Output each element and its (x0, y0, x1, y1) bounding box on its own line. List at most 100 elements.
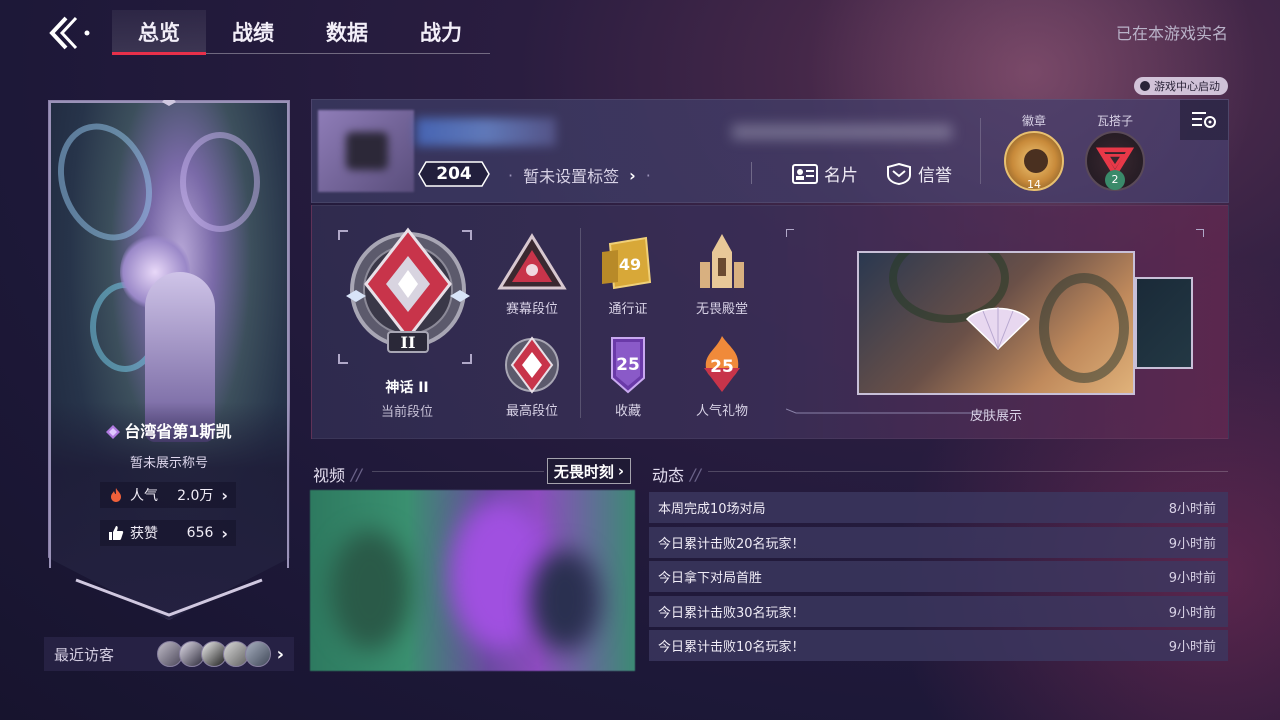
svg-text:49: 49 (619, 255, 641, 274)
feed-item-time: 8小时前 (1168, 502, 1216, 517)
divider (980, 118, 981, 184)
player-banner[interactable]: 台湾省第1斯凯 暂未展示称号 人气 2.0万 › 获赞 656 › (48, 100, 290, 620)
tab-match-history[interactable]: 战绩 (206, 10, 300, 53)
launch-badge-label: 游戏中心启动 (1154, 80, 1220, 93)
skin-showcase-label: 皮肤展示 (969, 409, 1022, 424)
highest-rank-label: 最高段位 (505, 404, 558, 419)
fearless-hall[interactable]: 无畏殿堂 (682, 232, 762, 317)
activity-feed: 本周完成10场对局 8小时前 今日累计击败20名玩家！ 9小时前 今日拿下对局首… (649, 492, 1228, 665)
skin-showcase[interactable]: 皮肤展示 (786, 229, 1204, 429)
current-rank-name: 神话 II (385, 380, 429, 396)
season-rank[interactable]: 赛幕段位 (492, 232, 572, 317)
badge-medal[interactable]: 徽章 14 (1002, 112, 1066, 191)
fearless-hall-label: 无畏殿堂 (695, 302, 748, 317)
feed-item-text: 今日累计击败10名玩家！ (658, 640, 805, 655)
highest-rank-icon (505, 336, 559, 394)
profile-header: 204 · 暂未设置标签 › · 名片 信誉 徽章 14 瓦搭子 2 (311, 99, 1229, 203)
chevron-right-icon: › (221, 523, 228, 543)
game-center-icon (1140, 81, 1150, 91)
main-tabs: 总览 战绩 数据 战力 (112, 10, 490, 55)
feed-item[interactable]: 今日累计击败30名玩家！ 9小时前 (649, 595, 1228, 627)
gift-icon: 25 (704, 336, 740, 392)
recent-visitors-label: 最近访客 (54, 645, 115, 664)
divider (372, 471, 544, 472)
player-name-blurred (416, 118, 556, 146)
feed-item-time: 9小时前 (1168, 605, 1216, 621)
wazi-medal[interactable]: 瓦搭子 2 (1083, 112, 1147, 191)
highest-rank[interactable]: 最高段位 (492, 334, 572, 419)
player-title: 暂未展示称号 (129, 456, 208, 471)
profile-settings-button[interactable] (1180, 100, 1228, 140)
gem-icon (106, 425, 121, 439)
feed-item[interactable]: 今日累计击败20名玩家！ 9小时前 (649, 526, 1228, 558)
chevron-right-icon: › (276, 643, 284, 665)
popularity-stat[interactable]: 人气 2.0万 › (100, 482, 236, 508)
feed-item-text: 今日拿下对局首胜 (658, 571, 763, 586)
tag-selector[interactable]: · 暂未设置标签 › · (508, 163, 651, 187)
svg-text:II: II (401, 333, 416, 352)
feed-item-text: 今日累计击败30名玩家！ (658, 605, 805, 621)
launch-badge: 游戏中心启动 (1134, 77, 1228, 95)
video-title-text: 视频 (313, 466, 346, 485)
visitor-avatars (156, 641, 271, 667)
feed-item-text: 本周完成10场对局 (658, 502, 766, 517)
settings-list-icon (1192, 112, 1216, 128)
battle-pass-label: 通行证 (608, 302, 648, 317)
player-name: 台湾省第1斯凯 (48, 418, 290, 442)
namecard-label: 名片 (824, 166, 858, 186)
popularity-gifts[interactable]: 25 人气礼物 (682, 334, 762, 419)
shield-icon (887, 162, 911, 185)
tag-text: 暂未设置标签 (523, 167, 620, 186)
chevron-right-icon: › (221, 485, 228, 505)
credit-button[interactable]: 信誉 (886, 161, 952, 186)
collection-icon: 25 (611, 337, 645, 394)
tab-stats[interactable]: 数据 (300, 10, 394, 53)
skin-image-secondary[interactable] (1135, 277, 1193, 369)
profile-avatar[interactable] (318, 110, 414, 192)
video-section-title: 视频// (313, 462, 362, 486)
likes-value: 656 (186, 525, 214, 541)
svg-text:25: 25 (616, 355, 640, 375)
wazi-label: 瓦搭子 (1096, 114, 1133, 128)
skin-image[interactable] (857, 251, 1135, 395)
level-badge: 204 (418, 161, 490, 187)
recent-visitors[interactable]: 最近访客 › (44, 637, 294, 671)
current-rank-caption: 当前段位 (380, 405, 433, 420)
current-rank-icon[interactable]: II (334, 226, 482, 356)
tab-overview[interactable]: 总览 (112, 10, 206, 55)
popularity-label: 人气 (130, 488, 158, 504)
fire-icon (111, 488, 121, 502)
current-rank: 神话 II 当前段位 (352, 377, 462, 420)
id-card-icon (792, 163, 818, 184)
feed-item[interactable]: 本周完成10场对局 8小时前 (649, 492, 1228, 523)
namecard-button[interactable]: 名片 (792, 161, 858, 186)
back-button[interactable] (46, 12, 96, 54)
badge-count: 14 (1027, 178, 1041, 191)
back-arrow-icon (49, 16, 90, 50)
wazi-count: 2 (1083, 170, 1147, 190)
likes-stat[interactable]: 获赞 656 › (100, 520, 236, 546)
visitor-avatar[interactable] (244, 641, 271, 667)
realname-status: 已在本游戏实名 (1115, 24, 1228, 43)
badge-label: 徽章 (1021, 114, 1046, 128)
collection[interactable]: 25 收藏 (588, 334, 668, 419)
svg-text:25: 25 (710, 357, 734, 377)
tab-power[interactable]: 战力 (394, 10, 488, 53)
feed-section-title: 动态// (652, 462, 701, 486)
video-category-button[interactable]: 无畏时刻 › (547, 458, 631, 484)
video-thumbnail[interactable] (310, 490, 635, 671)
player-info-blurred (732, 124, 952, 140)
rank-overview-panel: II 神话 II 当前段位 赛幕段位 最高段位 49 通行证 25 收藏 无畏殿… (311, 205, 1229, 439)
battle-pass[interactable]: 49 通行证 (588, 232, 668, 317)
top-navigation: 总览 战绩 数据 战力 已在本游戏实名 (0, 0, 1280, 70)
feed-item[interactable]: 今日累计击败10名玩家！ 9小时前 (649, 630, 1228, 661)
feed-title-text: 动态 (652, 466, 685, 485)
battle-pass-icon: 49 (602, 236, 652, 290)
popularity-value: 2.0万 (177, 488, 214, 504)
player-name-text: 台湾省第1斯凯 (124, 422, 232, 441)
level-value: 204 (436, 164, 472, 184)
divider (708, 471, 1228, 472)
feed-item-time: 9小时前 (1168, 640, 1216, 655)
chevron-right-icon: › (629, 165, 636, 185)
feed-item[interactable]: 今日拿下对局首胜 9小时前 (649, 561, 1228, 592)
